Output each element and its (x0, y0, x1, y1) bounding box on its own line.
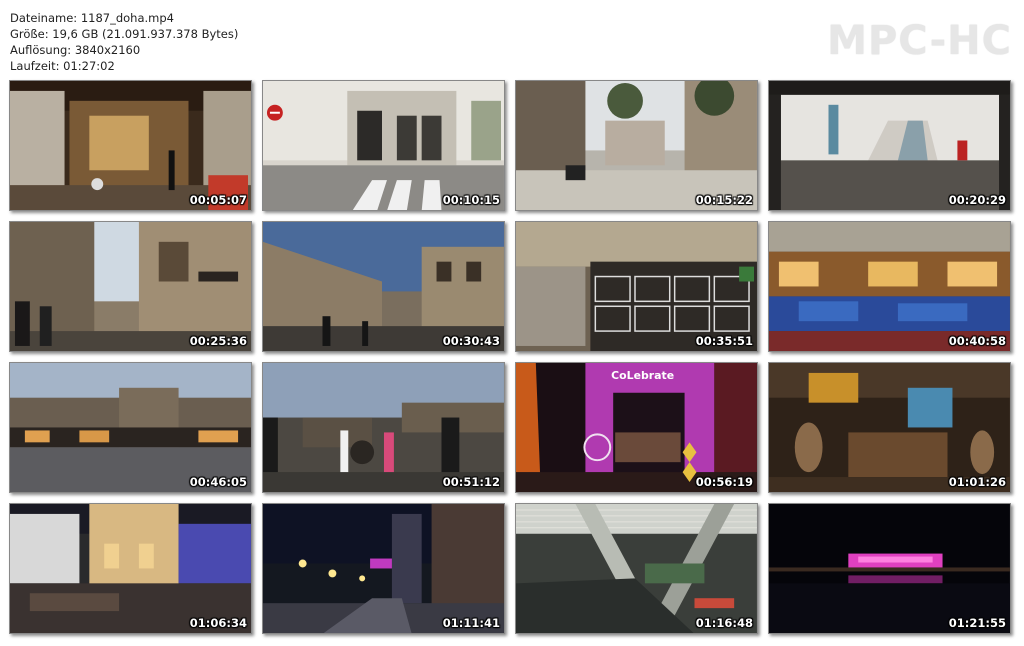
thumbnail-image (769, 81, 1010, 210)
thumbnail[interactable]: 01:06:34 (9, 503, 252, 634)
thumbnail-image (516, 222, 757, 351)
thumbnail[interactable]: 00:25:36 (9, 221, 252, 352)
thumbnail-image (263, 504, 504, 633)
thumbnail-image (10, 81, 251, 210)
thumbnail-timestamp: 00:56:19 (695, 475, 753, 489)
file-name: Dateiname: 1187_doha.mp4 (10, 11, 174, 25)
thumbnail-timestamp: 00:05:07 (189, 193, 247, 207)
thumbnail-timestamp: 00:15:22 (695, 193, 753, 207)
thumbnail-timestamp: 00:30:43 (442, 334, 500, 348)
thumbnail[interactable]: 00:15:22 (515, 80, 758, 211)
file-info-panel: Dateiname: 1187_doha.mp4 Größe: 19,6 GB … (10, 10, 238, 74)
thumbnail-timestamp: 00:40:58 (948, 334, 1006, 348)
thumbnail-image (10, 363, 251, 492)
thumbnail-image (769, 222, 1010, 351)
thumbnail-image (516, 504, 757, 633)
thumbnail-timestamp: 00:46:05 (189, 475, 247, 489)
thumbnail-timestamp: 00:51:12 (442, 475, 500, 489)
thumbnail[interactable]: 00:20:29 (768, 80, 1011, 211)
thumbnail-image (769, 504, 1010, 633)
thumbnail-timestamp: 01:21:55 (948, 616, 1006, 630)
thumbnail-timestamp: 01:01:26 (948, 475, 1006, 489)
arch-sign-text: CoLebrate (611, 369, 674, 382)
thumbnail-image (516, 81, 757, 210)
thumbnail[interactable]: 00:10:15 (262, 80, 505, 211)
thumbnail-timestamp: 01:06:34 (189, 616, 247, 630)
thumbnail[interactable]: 00:30:43 (262, 221, 505, 352)
thumbnail[interactable]: 01:21:55 (768, 503, 1011, 634)
thumbnail-image: CoLebrate (516, 363, 757, 492)
thumbnail-image (263, 81, 504, 210)
thumbnail-timestamp: 00:20:29 (948, 193, 1006, 207)
thumbnail[interactable]: CoLebrate 00:56:19 (515, 362, 758, 493)
thumbnail[interactable]: 00:40:58 (768, 221, 1011, 352)
thumbnail-timestamp: 01:11:41 (442, 616, 500, 630)
thumbnail[interactable]: 00:46:05 (9, 362, 252, 493)
thumbnail[interactable]: 01:16:48 (515, 503, 758, 634)
thumbnail-timestamp: 01:16:48 (695, 616, 753, 630)
thumbnail[interactable]: 01:11:41 (262, 503, 505, 634)
thumbnail[interactable]: 00:05:07 (9, 80, 252, 211)
thumbnail-timestamp: 00:25:36 (189, 334, 247, 348)
thumbnail-image (263, 363, 504, 492)
file-size: Größe: 19,6 GB (21.091.937.378 Bytes) (10, 27, 239, 41)
file-duration: Laufzeit: 01:27:02 (10, 59, 115, 73)
thumbnail-image (10, 222, 251, 351)
thumbnail-image (263, 222, 504, 351)
thumbnail[interactable]: 00:51:12 (262, 362, 505, 493)
thumbnail[interactable]: 01:01:26 (768, 362, 1011, 493)
thumbnail-timestamp: 00:10:15 (442, 193, 500, 207)
file-resolution: Auflösung: 3840x2160 (10, 43, 141, 57)
mpc-hc-logo: MPC-HC (827, 18, 1012, 64)
thumbnail-image (769, 363, 1010, 492)
thumbnail-image (10, 504, 251, 633)
thumbnail[interactable]: 00:35:51 (515, 221, 758, 352)
thumbnail-timestamp: 00:35:51 (695, 334, 753, 348)
